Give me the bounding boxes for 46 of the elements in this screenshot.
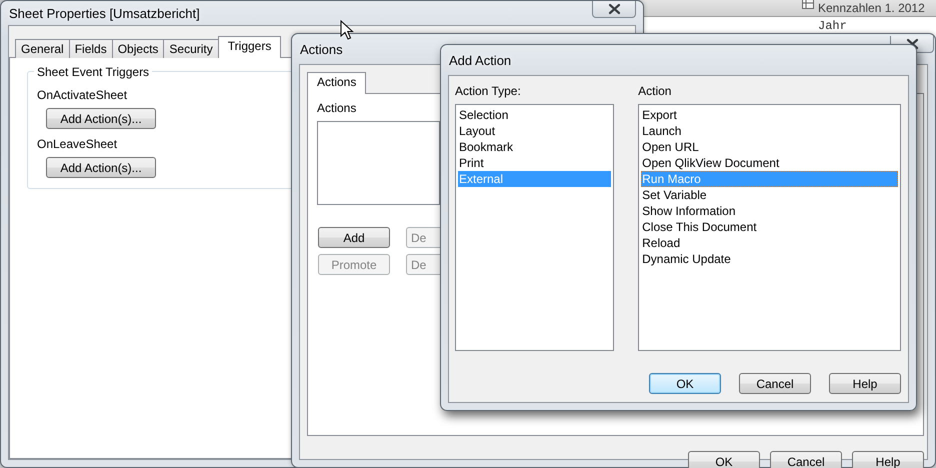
sheet-tab-label: Kennzahlen 1. 2012 — [818, 1, 925, 15]
list-item[interactable]: Show Information — [641, 203, 898, 219]
list-item[interactable]: Close This Document — [641, 219, 898, 235]
window-title: Add Action — [448, 52, 512, 68]
ok-button[interactable]: OK — [688, 451, 760, 468]
group-title: Sheet Event Triggers — [34, 65, 152, 79]
tab[interactable]: Objects — [112, 39, 164, 58]
list-item[interactable]: Export — [641, 107, 898, 123]
ok-button[interactable]: OK — [649, 373, 721, 394]
list-item[interactable]: Set Variable — [641, 187, 898, 203]
list-item[interactable]: Selection — [458, 107, 612, 123]
list-item[interactable]: Open URL — [641, 139, 898, 155]
help-button[interactable]: Help — [852, 451, 924, 468]
cursor-icon — [340, 20, 354, 40]
list-item[interactable]: Reload — [641, 235, 898, 251]
column-label: Jahr — [818, 19, 847, 33]
close-icon — [608, 3, 620, 15]
list-item[interactable]: Open QlikView Document — [641, 155, 898, 171]
window-title: Sheet Properties [Umsatzbericht] — [8, 6, 200, 20]
list-label: Action Type: — [455, 84, 522, 98]
add-button[interactable]: Add — [318, 227, 390, 248]
list-item[interactable]: Launch — [641, 123, 898, 139]
tab[interactable]: Actions — [307, 72, 366, 94]
action-list[interactable]: Export Launch Open URL Open QlikView Document Run Macro Set Variable Show Information Close This Document Reload Dynamic Update — [638, 104, 901, 351]
add-actions-button[interactable]: Add Action(s)... — [46, 108, 156, 129]
actions-list[interactable] — [317, 121, 440, 205]
list-item[interactable]: Print — [458, 155, 612, 171]
close-button[interactable] — [592, 1, 636, 18]
list-item[interactable]: Layout — [458, 123, 612, 139]
action-type-list[interactable]: Selection Layout Bookmark Print External — [455, 104, 614, 351]
add-actions-button[interactable]: Add Action(s)... — [46, 157, 156, 178]
tab[interactable]: Triggers — [218, 36, 282, 58]
list-item[interactable]: Dynamic Update — [641, 251, 898, 267]
list-label: Action — [638, 84, 672, 98]
tab[interactable]: Fields — [68, 39, 113, 58]
window-title: Actions — [299, 42, 343, 56]
trigger-label: OnLeaveSheet — [37, 137, 118, 151]
cancel-button[interactable]: Cancel — [770, 451, 842, 468]
tab[interactable]: General — [15, 39, 70, 58]
help-button[interactable]: Help — [829, 373, 901, 394]
list-label: Actions — [317, 101, 356, 115]
tab[interactable]: Security — [163, 39, 219, 58]
cancel-button[interactable]: Cancel — [739, 373, 811, 394]
list-item[interactable]: Bookmark — [458, 139, 612, 155]
trigger-label: OnActivateSheet — [37, 88, 128, 102]
table-icon — [802, 0, 814, 9]
